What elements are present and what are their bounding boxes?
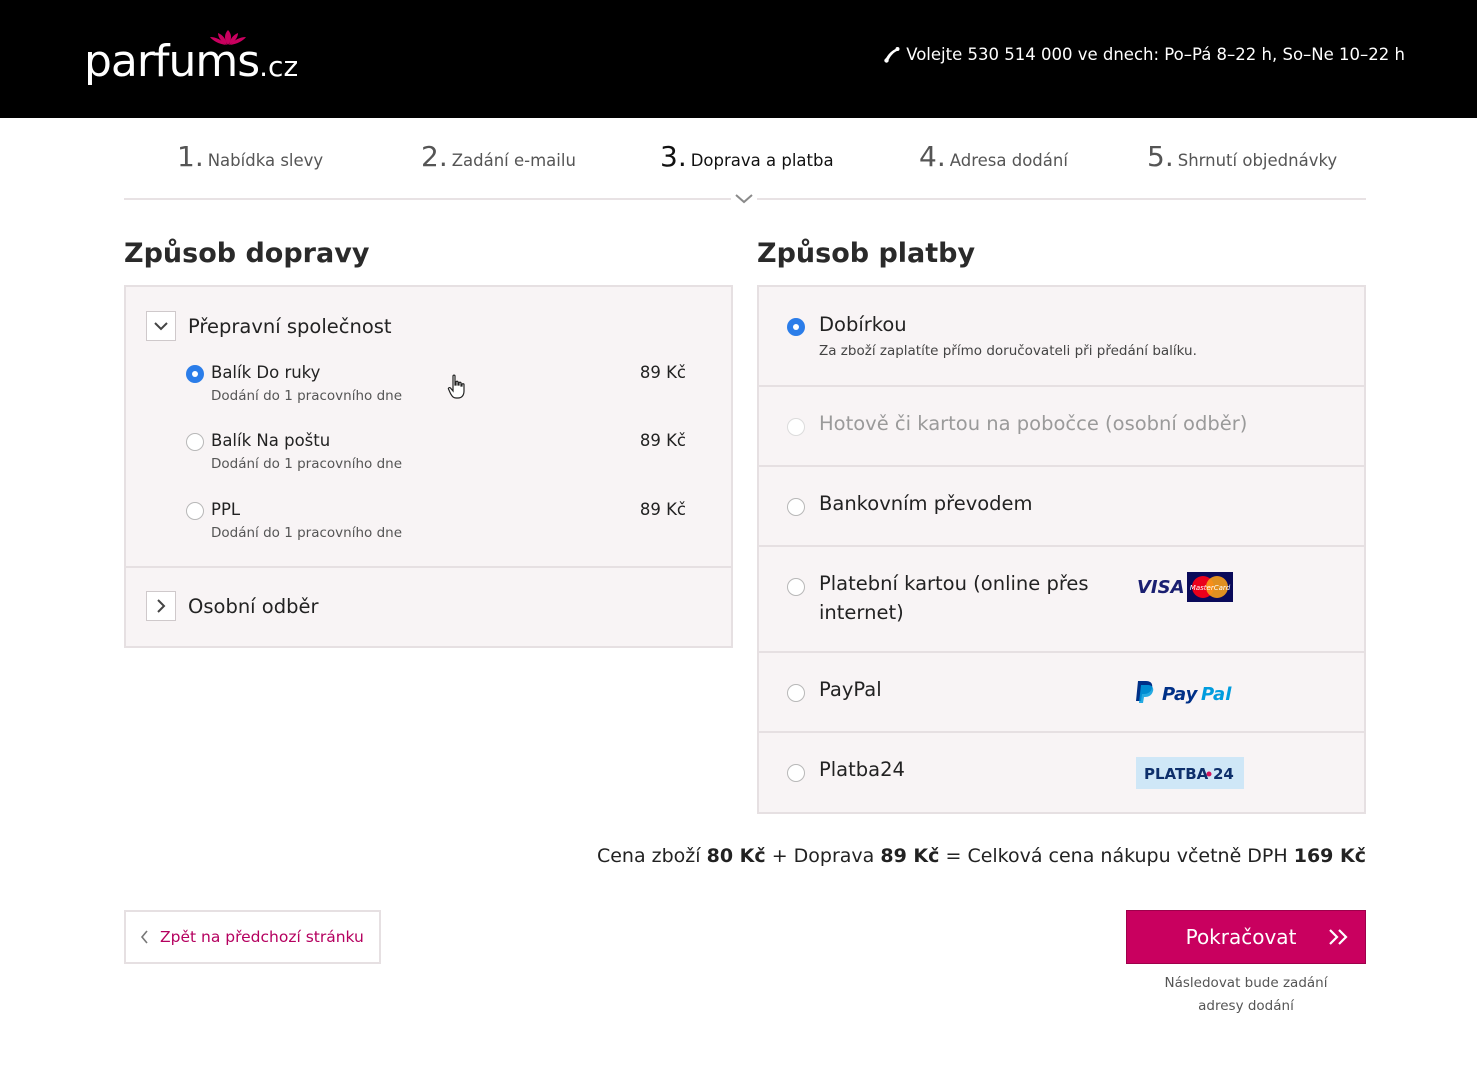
radio-selected[interactable] [787,318,805,336]
phone-icon [884,46,900,63]
carrier-group-label: Přepravní společnost [188,314,392,338]
shipping-option-sub: Dodání do 1 pracovního dne [211,456,403,472]
payment-option-card[interactable]: Platební kartou (online přes internet) V… [759,547,1364,651]
collapse-toggle[interactable] [146,311,176,341]
step-5: 5. Shrnutí objednávky [1147,140,1337,173]
radio[interactable] [787,498,805,516]
site-header: parfums.cz Volejte 530 514 000 ve dnech:… [0,0,1477,118]
step-label: Shrnutí objednávky [1177,151,1338,170]
logo-main-text: parfums [84,36,260,87]
payment-option-name: Dobírkou [819,313,907,336]
logo-tld-text: .cz [259,50,299,83]
step-number: 4. [919,140,946,173]
radio-disabled [787,418,805,436]
payment-option-platba24[interactable]: Platba24 PLATBA 24 [759,733,1364,811]
continue-button[interactable]: Pokračovat [1126,910,1366,964]
double-chevron-right-icon [1329,929,1348,945]
price-summary: Cena zboží 80 Kč + Doprava 89 Kč = Celko… [597,845,1366,867]
payment-option-bank-transfer[interactable]: Bankovním převodem [759,467,1364,545]
step-label: Adresa dodání [949,151,1068,170]
continue-note: Následovat bude zadání adresy dodání [1126,972,1366,1018]
continue-note-line2: adresy dodání [1198,998,1294,1014]
visa-logo-text: VISA [1137,577,1185,598]
total-label: Celková cena nákupu včetně DPH [967,845,1288,867]
payment-title: Způsob platby [757,238,976,269]
payment-option-name: PayPal [819,678,882,701]
shipping-option-price: 89 Kč [639,500,686,519]
radio-selected[interactable] [186,365,204,383]
radio[interactable] [787,578,805,596]
radio[interactable] [186,502,204,520]
expand-toggle[interactable] [146,591,176,621]
hand-cursor-icon [447,374,465,399]
checkout-steps: 1. Nabídka slevy 2. Zadání e-mailu 3. Do… [124,140,1366,180]
payment-option-dobirkou[interactable]: Dobírkou Za zboží zaplatíte přímo doručo… [759,287,1364,385]
shipping-title: Způsob dopravy [124,238,370,269]
shipping-option-name: Balík Na poštu [211,431,331,450]
step-number: 2. [421,140,448,173]
payment-option-paypal[interactable]: PayPal Pay Pal [759,653,1364,731]
carrier-group-header[interactable]: Přepravní společnost [146,311,392,341]
chevron-left-icon [140,930,148,944]
payment-option-name: Hotově či kartou na pobočce (osobní odbě… [819,412,1248,435]
shipping-value: 89 Kč [880,845,940,867]
continue-button-label: Pokračovat [1185,925,1297,949]
platba24-logo: PLATBA 24 [1136,757,1244,789]
mastercard-logo-text: MasterCard [1190,584,1231,592]
payment-option-sub: Za zboží zaplatíte přímo doručovateli př… [819,343,1197,359]
step-number: 1. [177,140,204,173]
step-label: Doprava a platba [690,151,834,170]
platba24-text-b: 24 [1213,765,1234,783]
chevron-down-icon [154,322,168,331]
group-divider [126,566,731,568]
shipping-option-sub: Dodání do 1 pracovního dne [211,388,403,404]
paypal-pal-text: Pal [1201,684,1232,705]
radio[interactable] [787,684,805,702]
platba24-text-a: PLATBA [1144,765,1209,783]
chevron-down-icon [735,194,753,204]
chevron-right-icon [157,599,166,613]
goods-value: 80 Kč [706,845,766,867]
step-label: Zadání e-mailu [451,151,576,170]
site-logo[interactable]: parfums.cz [84,30,304,90]
shipping-option-name: Balík Do ruky [211,363,321,382]
payment-box: Dobírkou Za zboží zaplatíte přímo doručo… [757,285,1366,814]
payment-option-name: Bankovním převodem [819,492,1033,515]
phone-text: Volejte 530 514 000 ve dnech: Po–Pá 8–22… [906,45,1405,64]
visa-mastercard-logo: VISA MasterCard [1137,572,1233,602]
step-1[interactable]: 1. Nabídka slevy [177,140,323,173]
shipping-label: Doprava [793,845,875,867]
back-button[interactable]: Zpět na předchozí stránku [124,910,381,964]
step-number: 5. [1147,140,1174,173]
shipping-box: Přepravní společnost Balík Do ruky Dodán… [124,285,733,648]
radio[interactable] [787,764,805,782]
equals-sign: = [945,845,962,867]
goods-label: Cena zboží [596,845,701,867]
total-value: 169 Kč [1293,845,1366,867]
step-3: 3. Doprava a platba [660,140,834,173]
pickup-group-label: Osobní odběr [188,594,319,618]
shipping-option-sub: Dodání do 1 pracovního dne [211,525,403,541]
payment-option-name: Platba24 [819,758,905,781]
step-label: Nabídka slevy [207,151,324,170]
pickup-group-header[interactable]: Osobní odběr [146,591,319,621]
step-number: 3. [660,140,687,173]
shipping-option-price: 89 Kč [639,363,686,382]
paypal-pay-text: Pay [1162,684,1199,705]
shipping-option-price: 89 Kč [639,431,686,450]
paypal-logo: Pay Pal [1136,681,1232,705]
step-2[interactable]: 2. Zadání e-mailu [421,140,576,173]
radio[interactable] [186,433,204,451]
plus-sign: + [771,845,788,867]
phone-info: Volejte 530 514 000 ve dnech: Po–Pá 8–22… [882,45,1405,64]
shipping-option-name: PPL [211,500,241,519]
continue-note-line1: Následovat bude zadání [1164,975,1328,991]
active-step-indicator [731,190,757,206]
payment-option-hotove: Hotově či kartou na pobočce (osobní odbě… [759,387,1364,465]
payment-option-name-line1: Platební kartou (online přes [819,572,1089,595]
step-4: 4. Adresa dodání [919,140,1068,173]
payment-option-name-line2: internet) [819,601,904,624]
back-button-label: Zpět na předchozí stránku [160,928,364,946]
